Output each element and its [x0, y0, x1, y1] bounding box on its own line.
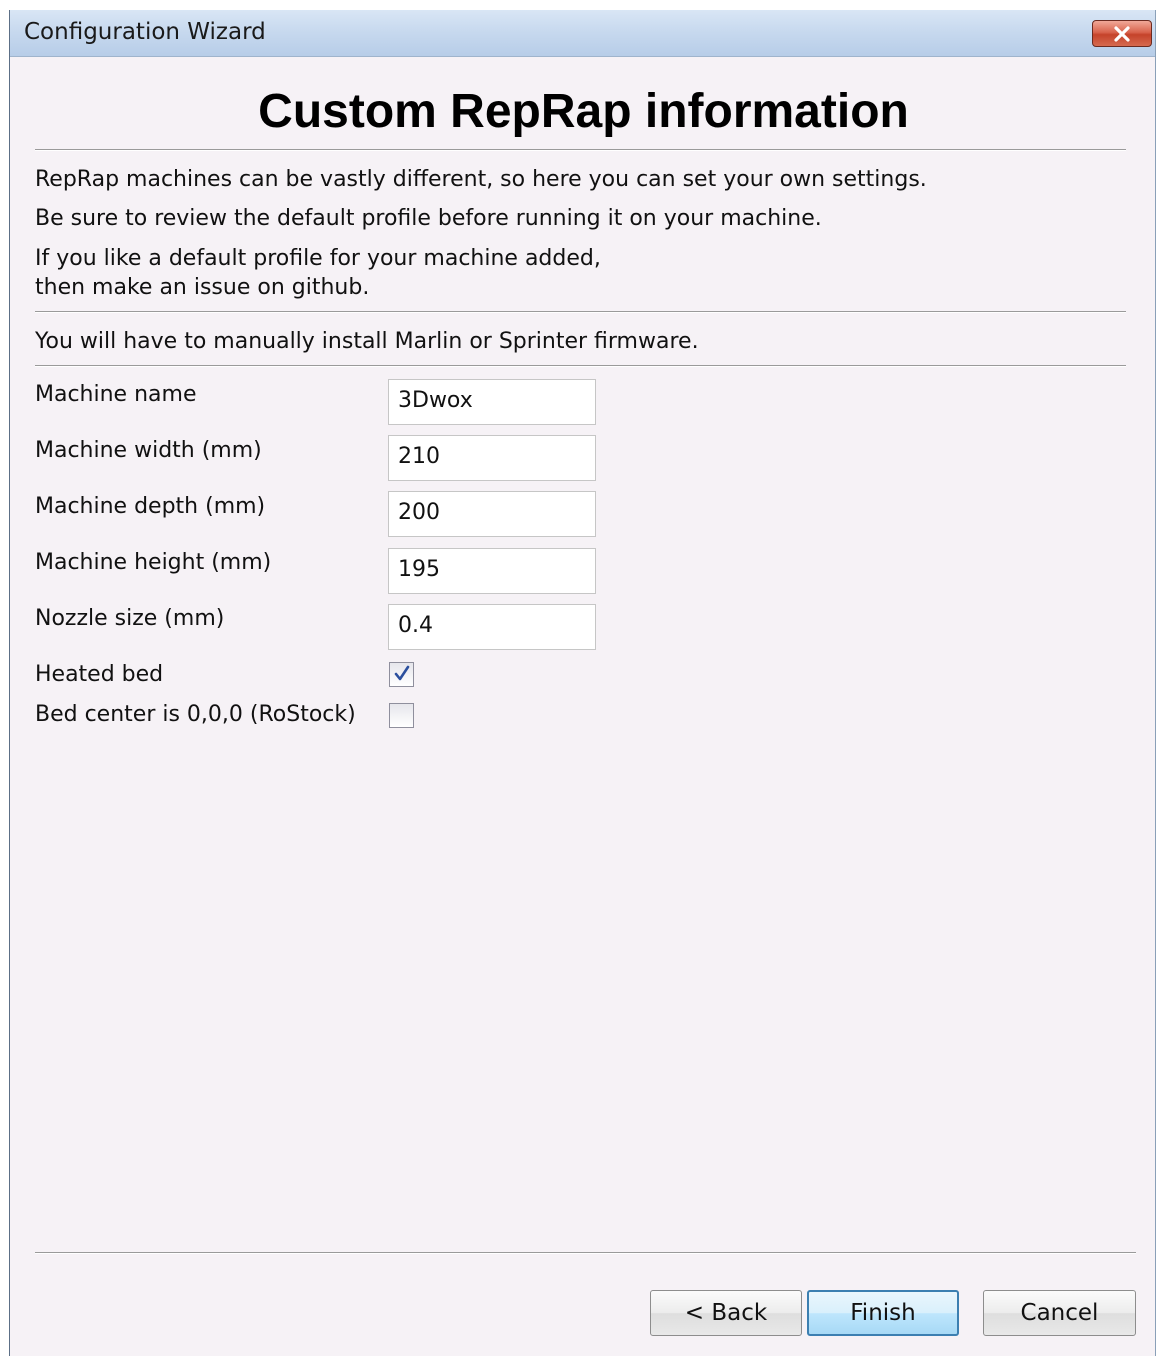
finish-button[interactable]: Finish — [807, 1290, 959, 1336]
heading-divider — [35, 149, 1126, 151]
nozzle-size-field[interactable]: 0.4 — [388, 604, 596, 650]
machine-name-field[interactable]: 3Dwox — [388, 379, 596, 425]
intro-line-3: If you like a default profile for your m… — [35, 246, 601, 300]
configuration-wizard-window: Configuration Wizard Custom RepRap infor… — [9, 10, 1156, 1356]
machine-width-field[interactable]: 210 — [388, 435, 596, 481]
bed-center-label: Bed center is 0,0,0 (RoStock) — [35, 702, 356, 727]
machine-width-label: Machine width (mm) — [35, 438, 262, 463]
machine-name-label: Machine name — [35, 382, 197, 407]
cancel-button[interactable]: Cancel — [983, 1290, 1136, 1336]
page-title: Custom RepRap information — [258, 85, 909, 138]
firmware-note: You will have to manually install Marlin… — [35, 329, 699, 354]
heated-bed-checkbox[interactable] — [389, 662, 414, 687]
machine-height-label: Machine height (mm) — [35, 550, 272, 575]
window-title: Configuration Wizard — [24, 19, 266, 45]
footer-divider — [35, 1252, 1136, 1254]
heated-bed-label: Heated bed — [35, 662, 164, 687]
checkmark-icon — [394, 665, 410, 681]
close-button[interactable] — [1092, 20, 1152, 47]
bed-center-checkbox[interactable] — [389, 703, 414, 728]
intro-line-1: RepRap machines can be vastly different,… — [35, 167, 927, 192]
nozzle-size-label: Nozzle size (mm) — [35, 606, 225, 631]
machine-depth-label: Machine depth (mm) — [35, 494, 266, 519]
close-icon — [1114, 25, 1130, 42]
back-button[interactable]: < Back — [650, 1290, 802, 1336]
title-bar[interactable]: Configuration Wizard — [10, 10, 1155, 57]
firmware-divider — [35, 365, 1126, 367]
intro-divider — [35, 311, 1126, 313]
machine-height-field[interactable]: 195 — [388, 548, 596, 594]
intro-line-2: Be sure to review the default profile be… — [35, 206, 822, 231]
machine-depth-field[interactable]: 200 — [388, 491, 596, 537]
